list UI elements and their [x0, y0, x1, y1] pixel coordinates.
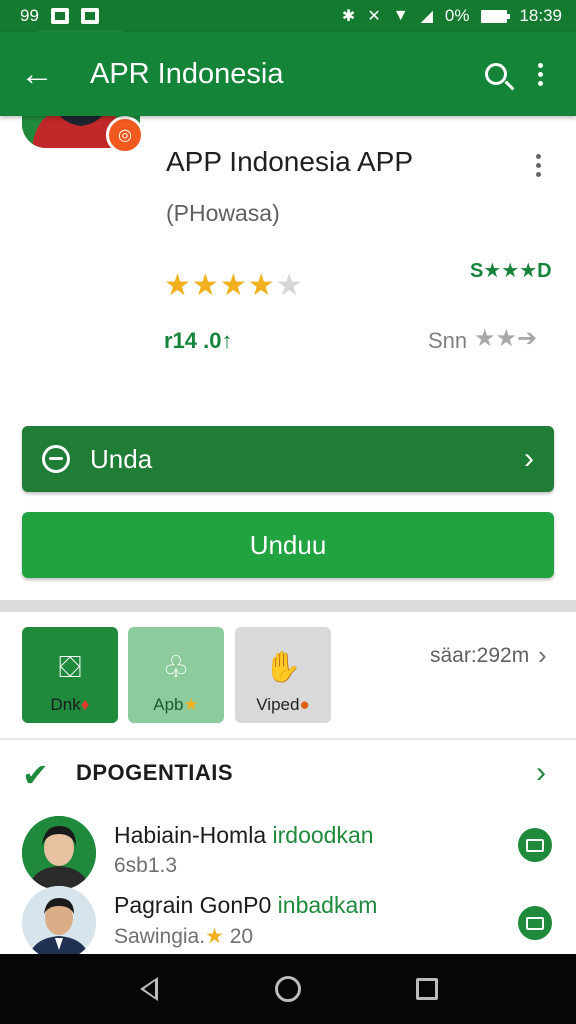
secondary-action-label: Unda [90, 443, 153, 474]
status-notification-count: 99 [20, 6, 39, 25]
nav-recents-button[interactable] [407, 969, 447, 1009]
person-icon [22, 886, 96, 960]
search-icon [485, 63, 507, 85]
section-divider [0, 600, 576, 612]
review-meta: 6sb1.3 [114, 854, 178, 877]
play-store-app-page: 99 ✱ ✕ ▼ ◢ 0% 18:39 ← APR Indonesia ◎ AP… [0, 0, 576, 1024]
system-nav-bar [0, 954, 576, 1024]
chevron-right-icon[interactable]: › [538, 640, 547, 671]
star-icon: ★ [247, 269, 276, 302]
list-item[interactable]: Pagrain GonP0 inbadkam Sawingia.★ 20 [0, 886, 576, 960]
hand-icon: ✋ [264, 651, 302, 684]
person-icon [22, 816, 96, 890]
list-item[interactable]: Habiain-Homla irdoodkan 6sb1.3 [0, 816, 576, 890]
mute-icon: ✕ [367, 8, 381, 25]
rating-stars: ★★★★★ [164, 268, 304, 303]
status-left: 99 [20, 6, 99, 26]
section-title: DPOGENTIAIS [76, 760, 234, 785]
star-icon: ★ [219, 269, 248, 302]
status-bar: 99 ✱ ✕ ▼ ◢ 0% 18:39 [0, 0, 576, 32]
status-time: 18:39 [519, 6, 562, 25]
check-icon: ✔ [22, 757, 49, 793]
reviewer-name: Pagrain GonP0 inbadkam [114, 892, 378, 918]
battery-percent: 0% [444, 6, 470, 25]
overflow-menu-button[interactable] [518, 52, 562, 96]
recents-square-icon [415, 978, 438, 1000]
leaf-icon: ♧ [162, 651, 190, 684]
star-icon: ★ [164, 269, 192, 302]
back-arrow-icon[interactable]: ← [20, 57, 60, 91]
chat-check-icon: ⛋ [58, 651, 82, 684]
notification-icon [50, 8, 69, 24]
nav-back-button[interactable] [129, 969, 169, 1009]
tile-dnk[interactable]: ⛋ Dnk♦ [22, 627, 118, 723]
home-circle-icon [274, 976, 301, 1002]
review-meta: Sawingia.★ 20 [114, 925, 254, 948]
app-size: säar:292m [430, 644, 530, 667]
app-bar: ← APR Indonesia [0, 32, 576, 116]
message-icon[interactable] [518, 906, 552, 940]
page-title: APR Indonesia [90, 57, 284, 90]
wifi-icon: ▼ [392, 7, 409, 24]
download-count: r14 .0↑ [164, 328, 233, 353]
battery-icon [481, 9, 511, 23]
smile-icon [42, 445, 70, 473]
app-developer: (PHowasa) [166, 200, 280, 226]
secondary-action-button[interactable]: Unda › [22, 426, 554, 492]
section-chevron-right-icon[interactable]: › [536, 756, 546, 790]
reviewer-name: Habiain-Homla irdoodkan [114, 822, 374, 848]
signal-icon: ◢ [420, 8, 433, 25]
tile-label: Viped● [256, 695, 310, 714]
tile-viped[interactable]: ✋ Viped● [235, 627, 331, 723]
rating-summary: S★★★D [470, 260, 552, 282]
tile-label: Dnk♦ [50, 695, 90, 714]
back-triangle-icon [140, 977, 159, 1001]
app-badge-icon: ◎ [106, 116, 144, 154]
avatar [22, 886, 96, 960]
search-button[interactable] [474, 52, 518, 96]
app-name: APP Indonesia APP [166, 146, 413, 177]
chevron-right-icon: › [524, 442, 534, 475]
divider [0, 738, 576, 740]
notification-icon [80, 8, 99, 24]
avatar [22, 816, 96, 890]
nav-home-button[interactable] [268, 969, 308, 1009]
install-button[interactable]: Unduu [22, 512, 554, 578]
status-right: ✱ ✕ ▼ ◢ 0% 18:39 [342, 6, 562, 26]
similar-rating: ★★➔ [474, 325, 538, 352]
message-icon[interactable] [518, 828, 552, 862]
similar-label: Snn [428, 328, 468, 353]
bluetooth-icon: ✱ [341, 8, 356, 25]
tile-label: Apb★ [153, 695, 199, 714]
tile-apb[interactable]: ♧ Apb★ [128, 627, 224, 723]
star-empty-icon: ★ [275, 269, 304, 302]
app-more-options-button[interactable] [528, 154, 548, 182]
more-vert-icon [537, 62, 543, 86]
star-icon: ★ [191, 269, 220, 302]
